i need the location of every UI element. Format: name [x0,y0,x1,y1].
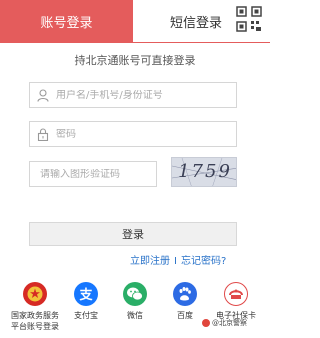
login-button[interactable]: 登录 [29,222,237,246]
watermark: @北京警察 [202,318,247,328]
forgot-password-link[interactable]: 忘记密码? [181,256,226,267]
lock-icon [30,122,56,146]
weibo-logo-icon [202,319,210,327]
link-separator: I [174,256,177,267]
qr-code-icon[interactable] [236,6,262,32]
captcha-field[interactable] [29,161,157,187]
social-security-card-icon [224,282,248,306]
login-subtitle: 持北京通账号可直接登录 [74,54,196,67]
tab-sms-login[interactable]: 短信登录 [170,12,222,31]
captcha-input[interactable] [30,168,156,180]
national-platform-label-2: 平台账号登录 [11,322,59,331]
captcha-text: 1759 [178,161,232,182]
alipay-icon: 支 [74,282,98,306]
baidu-icon [173,282,197,306]
login-tabs: 账号登录 短信登录 [0,0,270,44]
social-security-card-login[interactable]: 电子社保卡 [206,282,266,321]
account-links: 立即注册 I 忘记密码? [130,252,240,267]
svg-text:支: 支 [78,287,93,302]
national-emblem-icon [23,282,47,306]
wechat-icon [123,282,147,306]
username-input[interactable] [56,89,236,101]
tab-account-login[interactable]: 账号登录 [0,0,133,42]
password-input[interactable] [56,128,236,140]
captcha-image[interactable]: 1759 [171,157,237,187]
register-link[interactable]: 立即注册 [130,256,170,267]
user-icon [30,83,56,107]
username-field[interactable] [29,82,237,108]
watermark-text: @北京警察 [212,319,247,327]
third-party-login: 国家政务服务 平台账号登录 支 支付宝 微信 百度 电子社保卡 [0,282,270,338]
password-field[interactable] [29,121,237,147]
tab-underline [0,42,270,43]
